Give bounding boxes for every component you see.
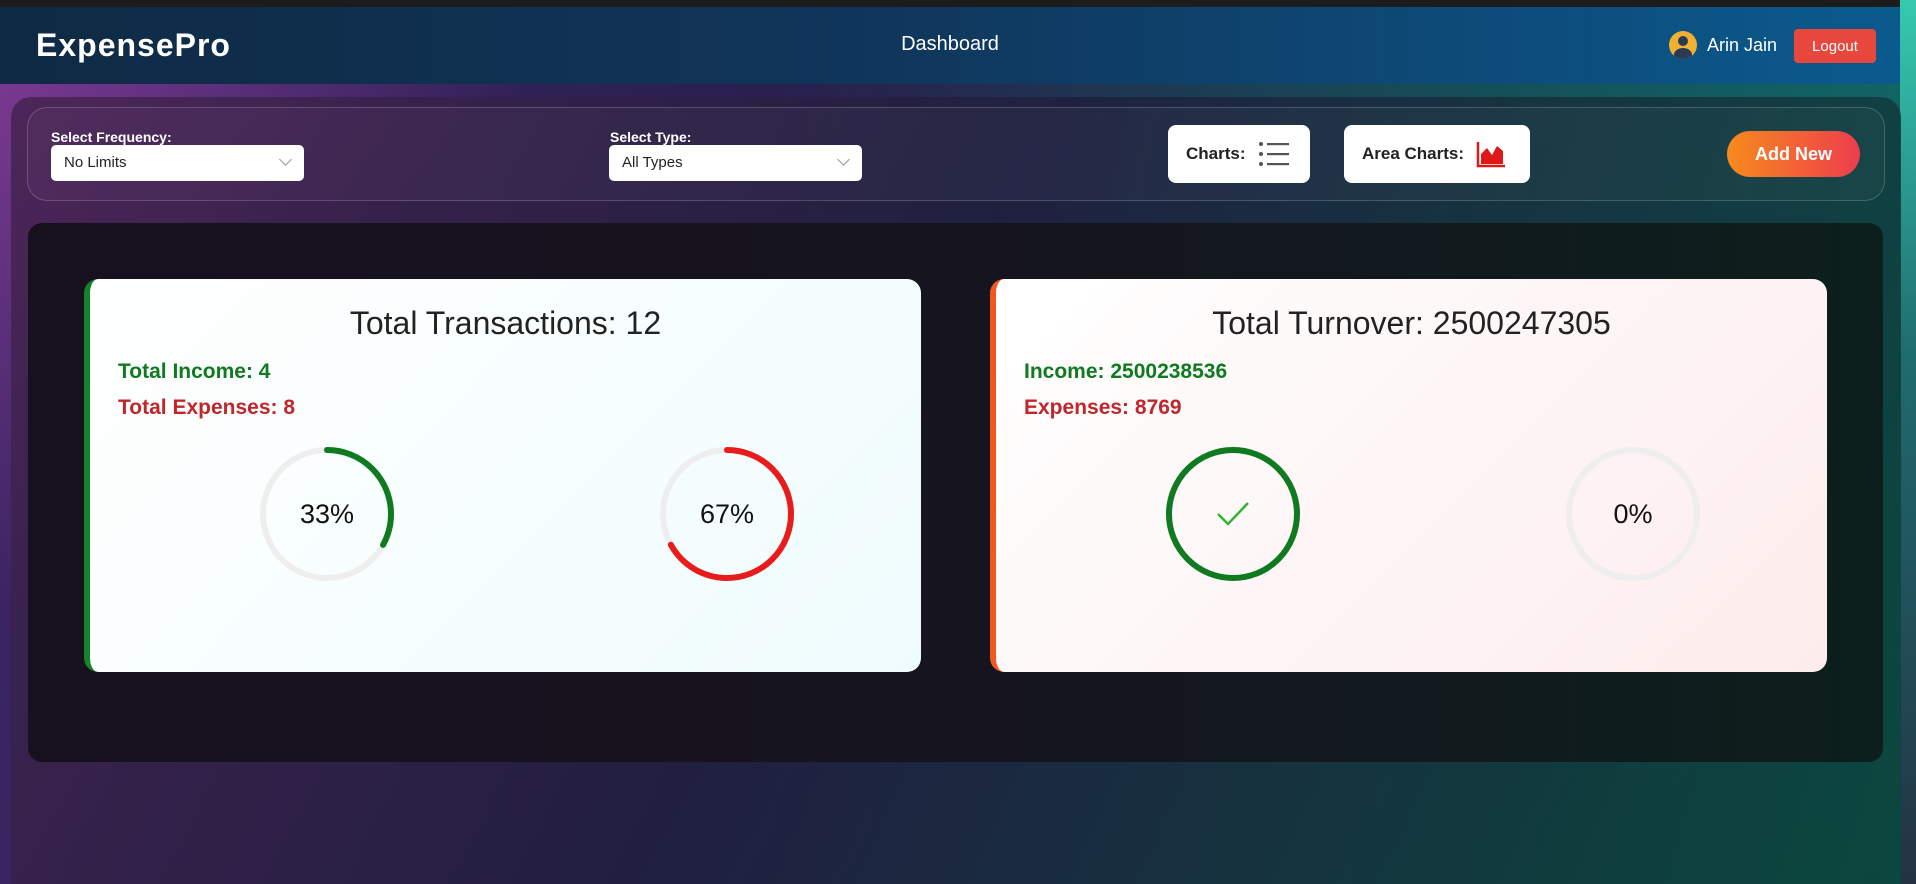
transactions-title: Total Transactions: 12 bbox=[349, 305, 662, 341]
transactions-card: Total Transactions: 12 Total Income: 4 T… bbox=[84, 279, 921, 672]
total-income-text: Total Income: 4 bbox=[118, 360, 271, 383]
chevron-down-icon bbox=[837, 153, 850, 166]
frequency-label: Select Frequency: bbox=[51, 129, 172, 145]
turnover-expenses-text: Expenses: 8769 bbox=[1024, 396, 1182, 419]
charts-toggle-button[interactable]: Charts: bbox=[1168, 125, 1310, 183]
income-percent-label: 33% bbox=[299, 498, 355, 529]
check-icon bbox=[1163, 444, 1303, 584]
area-charts-label: Area Charts: bbox=[1362, 144, 1465, 163]
turnover-expense-percent-label: 0% bbox=[1613, 498, 1653, 529]
turnover-expense-ring: 0% bbox=[1563, 444, 1703, 584]
turnover-card: Total Turnover: 2500247305 Income: 25002… bbox=[990, 279, 1827, 672]
type-label: Select Type: bbox=[610, 129, 692, 145]
logout-button[interactable]: Logout bbox=[1794, 29, 1876, 63]
page: ExpensePro Dashboard Arin Jain Logout Se… bbox=[0, 0, 1916, 884]
area-chart-icon bbox=[1476, 142, 1506, 168]
user-name: Arin Jain bbox=[1707, 34, 1778, 55]
user-profile[interactable]: Arin Jain bbox=[1669, 31, 1777, 59]
right-edge-strip bbox=[1900, 0, 1916, 884]
window-top-strip bbox=[0, 0, 1916, 7]
filter-bar bbox=[27, 107, 1885, 201]
turnover-income-text: Income: 2500238536 bbox=[1024, 360, 1228, 383]
navbar: ExpensePro Dashboard Arin Jain Logout bbox=[0, 7, 1900, 84]
total-expenses-text: Total Expenses: 8 bbox=[118, 396, 296, 419]
frequency-select[interactable]: No Limits bbox=[51, 145, 304, 181]
type-select[interactable]: All Types bbox=[609, 145, 862, 181]
expense-percent-label: 67% bbox=[699, 498, 755, 529]
type-select-value: All Types bbox=[622, 154, 683, 171]
nav-dashboard-link[interactable]: Dashboard bbox=[0, 33, 1900, 56]
expense-percent-ring: 67% bbox=[657, 444, 797, 584]
charts-label: Charts: bbox=[1186, 144, 1246, 163]
list-icon bbox=[1258, 142, 1289, 166]
turnover-income-ring bbox=[1163, 444, 1303, 584]
chevron-down-icon bbox=[279, 153, 292, 166]
add-new-button[interactable]: Add New bbox=[1727, 131, 1860, 177]
area-charts-toggle-button[interactable]: Area Charts: bbox=[1344, 125, 1530, 183]
income-percent-ring: 33% bbox=[257, 444, 397, 584]
user-avatar-icon bbox=[1669, 31, 1697, 59]
turnover-title: Total Turnover: 2500247305 bbox=[1212, 305, 1611, 341]
frequency-select-value: No Limits bbox=[64, 154, 127, 171]
